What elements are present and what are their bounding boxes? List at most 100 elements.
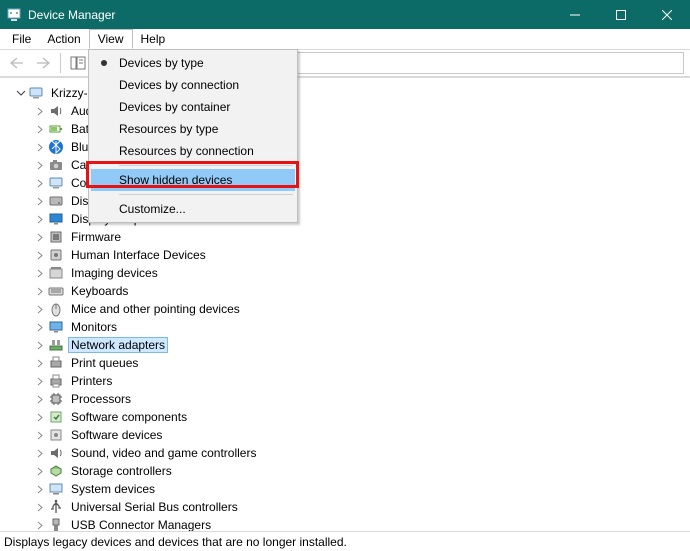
tree-item-label: Mice and other pointing devices [68, 301, 243, 317]
menu-view[interactable]: View [89, 29, 133, 49]
app-icon [6, 7, 22, 23]
menu-action[interactable]: Action [39, 30, 88, 48]
tree-item[interactable]: Software components [8, 408, 690, 426]
processor-icon [48, 391, 64, 407]
chevron-right-icon[interactable] [34, 501, 46, 513]
usbconn-icon [48, 517, 64, 531]
camera-icon [48, 157, 64, 173]
chevron-right-icon[interactable] [34, 375, 46, 387]
chevron-right-icon[interactable] [34, 321, 46, 333]
chevron-right-icon[interactable] [34, 105, 46, 117]
menu-item-label: Devices by type [119, 56, 204, 70]
printqueue-icon [48, 355, 64, 371]
chevron-right-icon[interactable] [34, 303, 46, 315]
keyboard-icon [48, 283, 64, 299]
menu-show-hidden-devices[interactable]: Show hidden devices [91, 169, 295, 191]
tree-item-label: Print queues [68, 355, 141, 371]
tree-item[interactable]: Monitors [8, 318, 690, 336]
tree-item-label: USB Connector Managers [68, 517, 214, 531]
chevron-right-icon[interactable] [34, 465, 46, 477]
chevron-right-icon[interactable] [34, 177, 46, 189]
back-button[interactable] [5, 52, 29, 74]
tree-item-label: System devices [68, 481, 158, 497]
chevron-right-icon[interactable] [34, 285, 46, 297]
minimize-button[interactable] [552, 0, 598, 29]
tree-item-label: Human Interface Devices [68, 247, 209, 263]
chevron-right-icon[interactable] [34, 249, 46, 261]
tree-item-label: Printers [68, 373, 115, 389]
chevron-right-icon[interactable] [34, 141, 46, 153]
tree-item[interactable]: Network adapters [8, 336, 690, 354]
menu-devices-by-container[interactable]: Devices by container [91, 96, 295, 118]
menu-customize[interactable]: Customize... [91, 198, 295, 220]
tree-item[interactable]: Mice and other pointing devices [8, 300, 690, 318]
chevron-right-icon[interactable] [34, 195, 46, 207]
tree-item[interactable]: Processors [8, 390, 690, 408]
chevron-right-icon[interactable] [34, 123, 46, 135]
chevron-right-icon[interactable] [34, 411, 46, 423]
tree-item[interactable]: Printers [8, 372, 690, 390]
tree-item[interactable]: System devices [8, 480, 690, 498]
display-icon [48, 211, 64, 227]
chevron-right-icon[interactable] [34, 231, 46, 243]
menu-separator [119, 194, 293, 195]
bluetooth-icon [48, 139, 64, 155]
forward-button[interactable] [31, 52, 55, 74]
menu-item-label: Devices by connection [119, 78, 239, 92]
title-bar: Device Manager [0, 0, 690, 29]
tree-item[interactable]: Print queues [8, 354, 690, 372]
chevron-right-icon[interactable] [34, 339, 46, 351]
chevron-right-icon[interactable] [34, 519, 46, 531]
status-bar: Displays legacy devices and devices that… [0, 531, 690, 551]
network-icon [48, 337, 64, 353]
monitor-icon [48, 319, 64, 335]
chevron-right-icon[interactable] [34, 429, 46, 441]
tree-item-label: Universal Serial Bus controllers [68, 499, 241, 515]
chevron-right-icon[interactable] [34, 393, 46, 405]
status-text: Displays legacy devices and devices that… [4, 535, 347, 549]
menu-devices-by-connection[interactable]: Devices by connection [91, 74, 295, 96]
menu-help[interactable]: Help [133, 30, 174, 48]
menu-item-label: Devices by container [119, 100, 230, 114]
chevron-down-icon[interactable] [14, 87, 26, 99]
sound-icon [48, 445, 64, 461]
usb-icon [48, 499, 64, 515]
chevron-right-icon[interactable] [34, 267, 46, 279]
window-title: Device Manager [28, 8, 115, 22]
printer-icon [48, 373, 64, 389]
close-button[interactable] [644, 0, 690, 29]
tree-item[interactable]: Sound, video and game controllers [8, 444, 690, 462]
chevron-right-icon[interactable] [34, 483, 46, 495]
hid-icon [48, 247, 64, 263]
tree-item-label: Sound, video and game controllers [68, 445, 259, 461]
tree-item[interactable]: Human Interface Devices [8, 246, 690, 264]
menu-file[interactable]: File [4, 30, 39, 48]
imaging-icon [48, 265, 64, 281]
tree-item[interactable]: Keyboards [8, 282, 690, 300]
chevron-right-icon[interactable] [34, 213, 46, 225]
tree-item-label: Software components [68, 409, 190, 425]
firmware-icon [48, 229, 64, 245]
menu-devices-by-type[interactable]: Devices by type [91, 52, 295, 74]
tree-item[interactable]: Universal Serial Bus controllers [8, 498, 690, 516]
tree-item[interactable]: Imaging devices [8, 264, 690, 282]
maximize-button[interactable] [598, 0, 644, 29]
mouse-icon [48, 301, 64, 317]
chevron-right-icon[interactable] [34, 357, 46, 369]
tree-item[interactable]: USB Connector Managers [8, 516, 690, 531]
menu-resources-by-type[interactable]: Resources by type [91, 118, 295, 140]
show-hide-tree-button[interactable] [66, 52, 90, 74]
tree-item-label: Keyboards [68, 283, 131, 299]
tree-item[interactable]: Software devices [8, 426, 690, 444]
chevron-right-icon[interactable] [34, 159, 46, 171]
tree-item-label: Network adapters [68, 337, 168, 353]
tree-item[interactable]: Firmware [8, 228, 690, 246]
chevron-right-icon[interactable] [34, 447, 46, 459]
menu-item-label: Show hidden devices [119, 173, 232, 187]
menu-item-label: Resources by connection [119, 144, 254, 158]
computer-root-icon [28, 85, 44, 101]
window-controls [552, 0, 690, 29]
menu-resources-by-connection[interactable]: Resources by connection [91, 140, 295, 162]
computer-icon [48, 175, 64, 191]
tree-item[interactable]: Storage controllers [8, 462, 690, 480]
